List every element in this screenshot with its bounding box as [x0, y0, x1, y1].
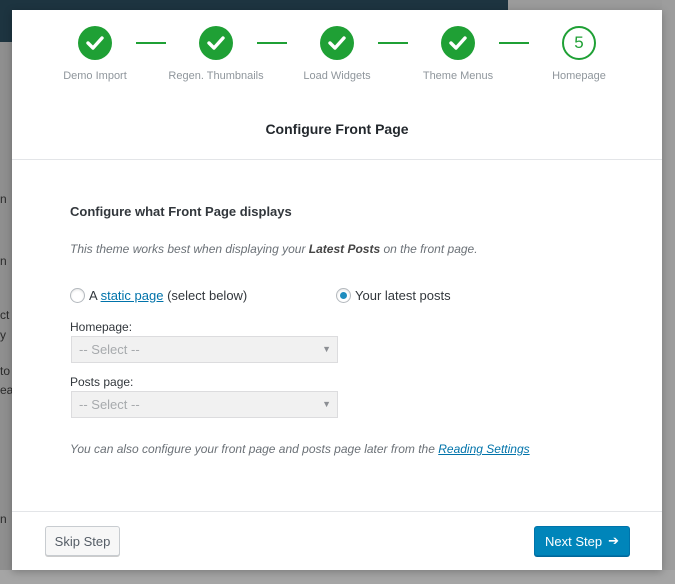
check-icon	[199, 26, 233, 60]
radio-suffix: (select below)	[163, 288, 248, 303]
posts-page-label: Posts page:	[70, 375, 134, 389]
step-connector	[499, 42, 529, 44]
next-step-label: Next Step	[545, 533, 603, 549]
step-label: Regen. Thumbnails	[168, 70, 264, 82]
background-bottom-edge	[0, 570, 675, 584]
skip-step-button[interactable]: Skip Step	[45, 526, 120, 556]
check-icon	[78, 26, 112, 60]
reading-settings-link[interactable]: Reading Settings	[438, 442, 529, 456]
intro-note: This theme works best when displaying yo…	[70, 242, 478, 256]
step-connector	[136, 42, 166, 44]
radio-button[interactable]	[70, 288, 85, 303]
step-load-widgets: Load Widgets	[287, 26, 387, 82]
background-text-fragment: n	[0, 192, 7, 206]
step-label: Demo Import	[63, 70, 127, 82]
chevron-down-icon: ▼	[322, 344, 331, 354]
homepage-label: Homepage:	[70, 320, 133, 334]
background-text-fragment: ct	[0, 308, 10, 322]
step-label: Load Widgets	[303, 70, 371, 82]
select-value: -- Select --	[79, 397, 140, 412]
check-icon	[320, 26, 354, 60]
footer-divider	[12, 511, 662, 512]
background-text-fragment: y	[0, 328, 6, 342]
background-right-edge	[662, 0, 675, 584]
radio-button-selected[interactable]	[336, 288, 351, 303]
note-text: You can also configure your front page a…	[70, 442, 439, 456]
check-icon	[441, 26, 475, 60]
background-text-fragment: to	[0, 364, 11, 378]
setup-wizard-modal: Demo Import Regen. Thumbnails Load Widge…	[12, 10, 662, 570]
reading-settings-note: You can also configure your front page a…	[70, 442, 530, 456]
step-progress: Demo Import Regen. Thumbnails Load Widge…	[12, 10, 662, 90]
intro-text-end: on the front page.	[380, 242, 478, 256]
arrow-right-icon: ➔	[608, 533, 619, 548]
step-label: Theme Menus	[422, 70, 494, 82]
select-value: -- Select --	[79, 342, 140, 357]
modal-title: Configure Front Page	[265, 121, 409, 137]
step-number: 5	[562, 26, 596, 60]
intro-emphasis: Latest Posts	[308, 242, 381, 256]
step-demo-import: Demo Import	[45, 26, 145, 82]
radio-dot	[340, 292, 347, 299]
step-connector	[257, 42, 287, 44]
homepage-select[interactable]: -- Select -- ▼	[71, 336, 338, 363]
radio-label: Your latest posts	[355, 288, 451, 303]
background-text-fragment: n	[0, 254, 7, 268]
skip-step-label: Skip Step	[54, 533, 111, 549]
step-theme-menus: Theme Menus	[408, 26, 508, 82]
header-divider	[12, 159, 662, 160]
section-heading: Configure what Front Page displays	[70, 204, 292, 219]
step-regen-thumbnails: Regen. Thumbnails	[166, 26, 266, 82]
step-homepage: 5 Homepage	[529, 26, 629, 82]
step-connector	[378, 42, 408, 44]
radio-prefix: A	[89, 288, 101, 303]
radio-latest-posts[interactable]: Your latest posts	[336, 288, 451, 303]
chevron-down-icon: ▼	[322, 399, 331, 409]
intro-text: This theme works best when displaying yo…	[70, 242, 309, 256]
background-text-fragment: n	[0, 512, 7, 526]
posts-page-select[interactable]: -- Select -- ▼	[71, 391, 338, 418]
background-admin-content: n n ct y to ea n	[0, 42, 13, 572]
next-step-button[interactable]: Next Step ➔	[534, 526, 630, 556]
static-page-link[interactable]: static page	[101, 288, 164, 303]
radio-static-page[interactable]: A static page (select below)	[70, 288, 247, 303]
step-label: Homepage	[552, 70, 606, 82]
